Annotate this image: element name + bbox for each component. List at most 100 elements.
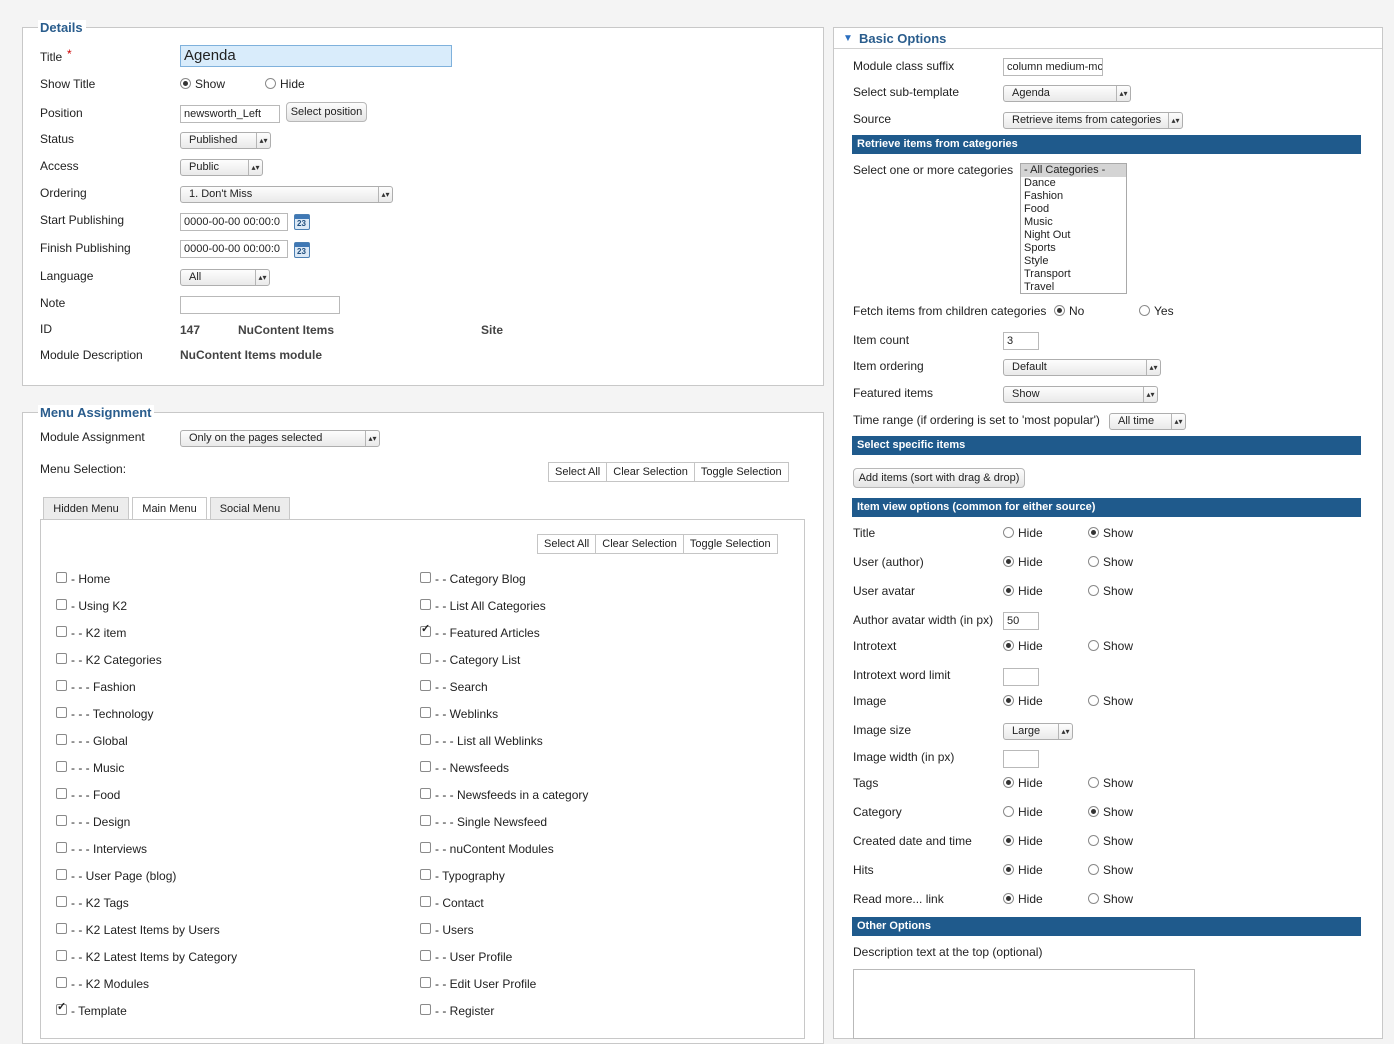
menu-item-checkbox[interactable] [420, 923, 431, 934]
clear-selection-button[interactable]: Clear Selection [596, 534, 684, 554]
view-option-show-radio[interactable] [1088, 864, 1099, 875]
category-option[interactable]: - All Categories - [1021, 164, 1126, 177]
menu-item-checkbox[interactable] [420, 977, 431, 988]
basic-options-header[interactable]: Basic Options [859, 31, 946, 46]
view-option-show-radio[interactable] [1088, 585, 1099, 596]
calendar-icon[interactable]: 23 [294, 242, 310, 258]
fetch-children-no-radio[interactable] [1054, 305, 1065, 316]
featured-items-select[interactable]: Show ▴▾ [1003, 386, 1158, 403]
view-option-show-radio[interactable] [1088, 835, 1099, 846]
category-option[interactable]: Dance [1021, 177, 1126, 190]
menu-item-checkbox[interactable] [420, 842, 431, 853]
menu-item-checkbox[interactable] [420, 653, 431, 664]
position-input[interactable]: newsworth_Left [180, 105, 280, 123]
menu-item-checkbox[interactable] [420, 622, 431, 637]
note-input[interactable] [180, 296, 340, 314]
menu-item-checkbox[interactable] [420, 815, 431, 826]
menu-item-checkbox[interactable] [56, 734, 67, 745]
menu-item-checkbox[interactable] [56, 923, 67, 934]
menu-item-checkbox[interactable] [56, 761, 67, 772]
view-option-hide-radio[interactable] [1003, 864, 1014, 875]
view-option-hide-radio[interactable] [1003, 556, 1014, 567]
menu-item-checkbox[interactable] [420, 788, 431, 799]
author-avatar-width-input[interactable]: 50 [1003, 612, 1039, 630]
introtext-hide-radio[interactable] [1003, 640, 1014, 651]
tab-hidden-menu[interactable]: Hidden Menu [43, 497, 129, 519]
module-class-suffix-input[interactable]: column medium-mc [1003, 58, 1103, 76]
menu-item-checkbox[interactable] [420, 761, 431, 772]
time-range-select[interactable]: All time ▴▾ [1109, 413, 1186, 430]
view-option-hide-radio[interactable] [1003, 893, 1014, 904]
image-show-radio[interactable] [1088, 695, 1099, 706]
menu-item-checkbox[interactable] [56, 572, 67, 583]
view-option-show-radio[interactable] [1088, 806, 1099, 817]
clear-selection-button[interactable]: Clear Selection [607, 462, 695, 482]
menu-item-checkbox[interactable] [420, 896, 431, 907]
toggle-selection-button[interactable]: Toggle Selection [683, 534, 778, 554]
category-option[interactable]: Food [1021, 203, 1126, 216]
view-option-show-radio[interactable] [1088, 777, 1099, 788]
menu-item-checkbox[interactable] [56, 950, 67, 961]
image-hide-radio[interactable] [1003, 695, 1014, 706]
select-position-button[interactable]: Select position [286, 102, 367, 122]
description-top-textarea[interactable] [853, 969, 1195, 1039]
show-title-hide-radio[interactable] [265, 78, 276, 89]
introtext-limit-input[interactable] [1003, 668, 1039, 686]
menu-item-checkbox[interactable] [56, 626, 67, 637]
menu-item-checkbox[interactable] [56, 1000, 67, 1015]
view-option-hide-radio[interactable] [1003, 777, 1014, 788]
view-option-show-radio[interactable] [1088, 556, 1099, 567]
toggle-selection-button[interactable]: Toggle Selection [694, 462, 789, 482]
tab-main-menu[interactable]: Main Menu [132, 497, 207, 520]
collapse-triangle-icon[interactable]: ▼ [843, 33, 853, 44]
view-option-hide-radio[interactable] [1003, 835, 1014, 846]
view-option-hide-radio[interactable] [1003, 806, 1014, 817]
view-option-show-radio[interactable] [1088, 893, 1099, 904]
menu-item-checkbox[interactable] [56, 815, 67, 826]
select-all-button[interactable]: Select All [548, 462, 608, 482]
title-input[interactable]: Agenda [180, 45, 452, 67]
menu-item-checkbox[interactable] [56, 977, 67, 988]
menu-item-checkbox[interactable] [56, 788, 67, 799]
menu-item-checkbox[interactable] [56, 599, 67, 610]
view-option-show-radio[interactable] [1088, 527, 1099, 538]
item-ordering-select[interactable]: Default ▴▾ [1003, 359, 1161, 376]
finish-publishing-input[interactable]: 0000-00-00 00:00:0 [180, 240, 288, 258]
category-option[interactable]: Fashion [1021, 190, 1126, 203]
introtext-show-radio[interactable] [1088, 640, 1099, 651]
source-select[interactable]: Retrieve items from categories ▴▾ [1003, 112, 1183, 129]
show-title-show-radio[interactable] [180, 78, 191, 89]
menu-item-checkbox[interactable] [56, 842, 67, 853]
view-option-hide-radio[interactable] [1003, 527, 1014, 538]
add-items-button[interactable]: Add items (sort with drag & drop) [853, 468, 1025, 488]
image-size-select[interactable]: Large ▴▾ [1003, 723, 1073, 740]
menu-item-checkbox[interactable] [420, 572, 431, 583]
tab-social-menu[interactable]: Social Menu [210, 497, 290, 519]
menu-item-checkbox[interactable] [56, 896, 67, 907]
menu-item-checkbox[interactable] [420, 707, 431, 718]
category-option[interactable]: Music [1021, 216, 1126, 229]
access-select[interactable]: Public ▴▾ [180, 159, 263, 176]
language-select[interactable]: All ▴▾ [180, 269, 270, 286]
category-option[interactable]: Travel [1021, 281, 1126, 294]
category-option[interactable]: Sports [1021, 242, 1126, 255]
image-width-input[interactable] [1003, 750, 1039, 768]
menu-item-checkbox[interactable] [420, 680, 431, 691]
category-option[interactable]: Night Out [1021, 229, 1126, 242]
module-assignment-select[interactable]: Only on the pages selected ▴▾ [180, 430, 380, 447]
view-option-hide-radio[interactable] [1003, 585, 1014, 596]
item-count-input[interactable]: 3 [1003, 332, 1039, 350]
menu-item-checkbox[interactable] [56, 680, 67, 691]
menu-item-checkbox[interactable] [420, 734, 431, 745]
status-select[interactable]: Published ▴▾ [180, 132, 271, 149]
select-all-button[interactable]: Select All [537, 534, 597, 554]
calendar-icon[interactable]: 23 [294, 214, 310, 230]
menu-item-checkbox[interactable] [56, 707, 67, 718]
menu-item-checkbox[interactable] [420, 599, 431, 610]
category-option[interactable]: Style [1021, 255, 1126, 268]
menu-item-checkbox[interactable] [56, 869, 67, 880]
menu-item-checkbox[interactable] [420, 869, 431, 880]
categories-listbox[interactable]: - All Categories - Dance Fashion Food Music N… [1020, 163, 1127, 294]
sub-template-select[interactable]: Agenda ▴▾ [1003, 85, 1131, 102]
menu-item-checkbox[interactable] [56, 653, 67, 664]
